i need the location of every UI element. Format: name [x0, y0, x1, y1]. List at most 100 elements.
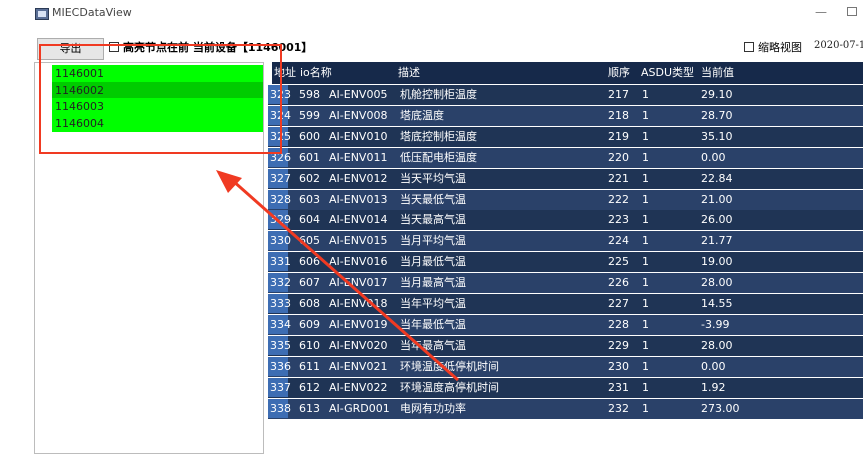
table-row[interactable]: 329 604 AI-ENV014 当天最高气温 223 1 26.00: [268, 210, 863, 231]
cell-current-value: 0.00: [701, 359, 726, 373]
maximize-button[interactable]: [847, 7, 857, 16]
table-row[interactable]: 327 602 AI-ENV012 当天平均气温 221 1 22.84: [268, 168, 863, 189]
cell-io-name: AI-ENV005: [329, 88, 388, 101]
cell-io-name: AI-ENV018: [329, 297, 388, 310]
cell-description: 机舱控制柜温度: [400, 88, 477, 101]
cell-order: 232: [608, 401, 629, 415]
cell-address: 607: [299, 276, 320, 290]
cell-io-name: AI-ENV014: [329, 213, 388, 227]
row-number: 324: [268, 105, 291, 125]
column-header-addr[interactable]: 地址: [272, 62, 298, 84]
cell-current-value: 21.77: [701, 234, 733, 248]
row-number: 337: [268, 377, 291, 397]
cell-description: 当月最低气温: [400, 255, 466, 269]
table-row[interactable]: 330 605 AI-ENV015 当月平均气温 224 1 21.77: [268, 231, 863, 252]
table-row[interactable]: 335 610 AI-ENV020 当年最高气温 229 1 28.00: [268, 335, 863, 356]
cell-address: 609: [299, 317, 320, 331]
cell-address: 605: [299, 234, 320, 248]
cell-address: 603: [299, 192, 320, 206]
cell-order: 226: [608, 276, 629, 290]
cell-address: 600: [299, 129, 320, 143]
cell-asdu-type: 1: [642, 88, 649, 101]
device-list-item[interactable]: 1146001: [52, 65, 263, 82]
cell-address: 608: [299, 297, 320, 310]
row-number: 335: [268, 335, 291, 355]
row-number: 327: [268, 168, 291, 188]
cell-description: 当天最高气温: [400, 213, 466, 227]
cell-current-value: 1.92: [701, 380, 726, 394]
minimize-button[interactable]: —: [806, 2, 836, 22]
table-row[interactable]: 337 612 AI-ENV022 环境温度高停机时间 231 1 1.92: [268, 377, 863, 398]
cell-asdu-type: 1: [642, 192, 649, 206]
thumbnail-view-checkbox[interactable]: [744, 42, 754, 52]
cell-order: 218: [608, 108, 629, 122]
cell-description: 当年最高气温: [400, 338, 466, 352]
cell-io-name: AI-ENV011: [329, 150, 388, 164]
cell-io-name: AI-ENV019: [329, 317, 388, 331]
cell-current-value: 28.70: [701, 108, 733, 122]
table-row[interactable]: 331 606 AI-ENV016 当月最低气温 225 1 19.00: [268, 252, 863, 273]
cell-asdu-type: 1: [642, 255, 649, 269]
cell-order: 230: [608, 359, 629, 373]
table-row[interactable]: 338 613 AI-GRD001 电网有功功率 232 1 273.00: [268, 398, 863, 419]
cell-asdu-type: 1: [642, 108, 649, 122]
cell-asdu-type: 1: [642, 150, 649, 164]
cell-asdu-type: 1: [642, 401, 649, 415]
cell-current-value: 19.00: [701, 255, 733, 269]
date-label: 2020-07-1: [814, 40, 863, 51]
row-number: 331: [268, 252, 291, 272]
table-row[interactable]: 325 600 AI-ENV010 塔底控制柜温度 219 1 35.10: [268, 126, 863, 147]
cell-io-name: AI-ENV010: [329, 129, 388, 143]
cell-asdu-type: 1: [642, 297, 649, 310]
cell-order: 227: [608, 297, 629, 310]
cell-io-name: AI-ENV021: [329, 359, 388, 373]
table-row[interactable]: 332 607 AI-ENV017 当月最高气温 226 1 28.00: [268, 273, 863, 294]
cell-order: 228: [608, 317, 629, 331]
table-row[interactable]: 328 603 AI-ENV013 当天最低气温 222 1 21.00: [268, 189, 863, 210]
row-number: 323: [268, 85, 291, 104]
cell-order: 223: [608, 213, 629, 227]
cell-description: 当月最高气温: [400, 276, 466, 290]
device-list-item[interactable]: 1146003: [52, 98, 263, 115]
device-list-item[interactable]: 1146002: [52, 82, 263, 99]
row-number: 326: [268, 147, 291, 167]
export-button[interactable]: 导出: [37, 38, 104, 60]
highlight-first-checkbox[interactable]: [109, 42, 119, 52]
cell-order: 219: [608, 129, 629, 143]
cell-address: 604: [299, 213, 320, 227]
thumbnail-view-label: 缩略视图: [758, 41, 802, 54]
device-list-item[interactable]: 1146004: [52, 115, 263, 132]
cell-order: 220: [608, 150, 629, 164]
highlight-first-label: 高亮节点在前 当前设备【1146001】: [123, 41, 313, 54]
column-header-io-name[interactable]: io名称: [298, 62, 396, 84]
cell-description: 当天最低气温: [400, 192, 466, 206]
column-header-asdu[interactable]: ASDU类型: [639, 62, 699, 84]
cell-description: 当天平均气温: [400, 171, 466, 185]
cell-address: 613: [299, 401, 320, 415]
cell-order: 229: [608, 338, 629, 352]
cell-address: 599: [299, 108, 320, 122]
cell-asdu-type: 1: [642, 317, 649, 331]
cell-description: 塔底温度: [400, 108, 444, 122]
cell-current-value: 22.84: [701, 171, 733, 185]
cell-description: 当月平均气温: [400, 234, 466, 248]
table-row[interactable]: 326 601 AI-ENV011 低压配电柜温度 220 1 0.00: [268, 147, 863, 168]
table-row[interactable]: 324 599 AI-ENV008 塔底温度 218 1 28.70: [268, 105, 863, 126]
cell-order: 221: [608, 171, 629, 185]
table-row[interactable]: 333 608 AI-ENV018 当年平均气温 227 1 14.55: [268, 294, 863, 314]
cell-current-value: 28.00: [701, 338, 733, 352]
column-header-value[interactable]: 当前值: [699, 62, 863, 84]
table-row[interactable]: 336 611 AI-ENV021 环境温度低停机时间 230 1 0.00: [268, 356, 863, 377]
cell-current-value: 21.00: [701, 192, 733, 206]
table-row[interactable]: 334 609 AI-ENV019 当年最低气温 228 1 -3.99: [268, 314, 863, 335]
table-row[interactable]: 323 598 AI-ENV005 机舱控制柜温度 217 1 29.10: [268, 85, 863, 105]
cell-io-name: AI-ENV015: [329, 234, 388, 248]
cell-description: 塔底控制柜温度: [400, 129, 477, 143]
row-number: 336: [268, 356, 291, 376]
cell-current-value: 273.00: [701, 401, 740, 415]
cell-current-value: -3.99: [701, 317, 730, 331]
cell-asdu-type: 1: [642, 380, 649, 394]
column-header-desc[interactable]: 描述: [396, 62, 606, 84]
cell-asdu-type: 1: [642, 276, 649, 290]
column-header-order[interactable]: 顺序: [606, 62, 639, 84]
